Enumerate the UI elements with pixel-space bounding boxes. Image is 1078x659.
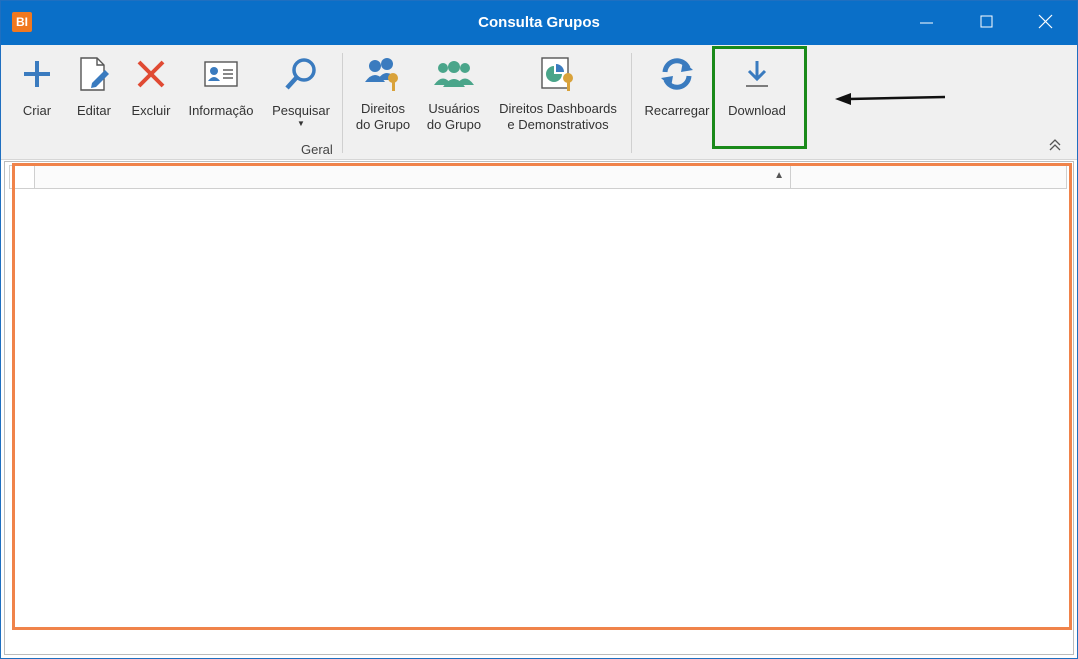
- direitos-dashboards-label: Direitos Dashboards e Demonstrativos: [499, 101, 617, 132]
- maximize-icon: [980, 15, 993, 28]
- dashboard-key-icon: [495, 55, 621, 93]
- ribbon-group-label: Geral: [301, 142, 333, 157]
- direitos-dashboards-button[interactable]: Direitos Dashboards e Demonstrativos: [495, 55, 621, 133]
- chevron-up-double-icon: [1049, 139, 1061, 151]
- grid-highlight-box: [12, 163, 1072, 630]
- pesquisar-label: Pesquisar: [272, 103, 330, 118]
- id-card-icon: [185, 55, 257, 93]
- ribbon-separator: [631, 53, 632, 153]
- group-users-icon: [422, 55, 486, 93]
- group-key-icon: [352, 55, 414, 93]
- criar-button[interactable]: Criar: [17, 55, 57, 119]
- informacao-label: Informação: [188, 103, 254, 118]
- direitos-grupo-button[interactable]: Direitos do Grupo: [352, 55, 414, 133]
- close-icon: [1038, 14, 1053, 29]
- collapse-ribbon-button[interactable]: [1047, 138, 1063, 152]
- pesquisar-button[interactable]: Pesquisar ▼: [269, 55, 333, 128]
- plus-icon: [17, 55, 57, 93]
- search-icon: [269, 55, 333, 93]
- recarregar-button[interactable]: Recarregar: [642, 55, 712, 119]
- recarregar-label: Recarregar: [644, 103, 710, 118]
- excluir-button[interactable]: Excluir: [128, 55, 174, 119]
- annotation-arrow-icon: [835, 93, 946, 105]
- criar-label: Criar: [22, 103, 52, 118]
- minimize-button[interactable]: [898, 1, 958, 45]
- edit-document-icon: [72, 55, 116, 93]
- usuarios-grupo-button[interactable]: Usuários do Grupo: [422, 55, 486, 133]
- refresh-icon: [642, 55, 712, 93]
- title-bar: BI Consulta Grupos: [1, 1, 1077, 45]
- direitos-grupo-label: Direitos do Grupo: [355, 101, 411, 132]
- download-highlight-box: [712, 46, 807, 149]
- delete-x-icon: [128, 55, 174, 93]
- editar-label: Editar: [77, 103, 111, 118]
- main-window: BI Consulta Grupos Criar Editar Excluir …: [0, 0, 1078, 659]
- ribbon-separator: [342, 53, 343, 153]
- dropdown-caret-icon: ▼: [297, 119, 305, 128]
- editar-button[interactable]: Editar: [72, 55, 116, 119]
- informacao-button[interactable]: Informação: [185, 55, 257, 119]
- close-button[interactable]: [1017, 1, 1077, 45]
- minimize-icon: [920, 22, 933, 24]
- excluir-label: Excluir: [131, 103, 171, 118]
- usuarios-grupo-label: Usuários do Grupo: [426, 101, 482, 132]
- maximize-button[interactable]: [958, 1, 1018, 45]
